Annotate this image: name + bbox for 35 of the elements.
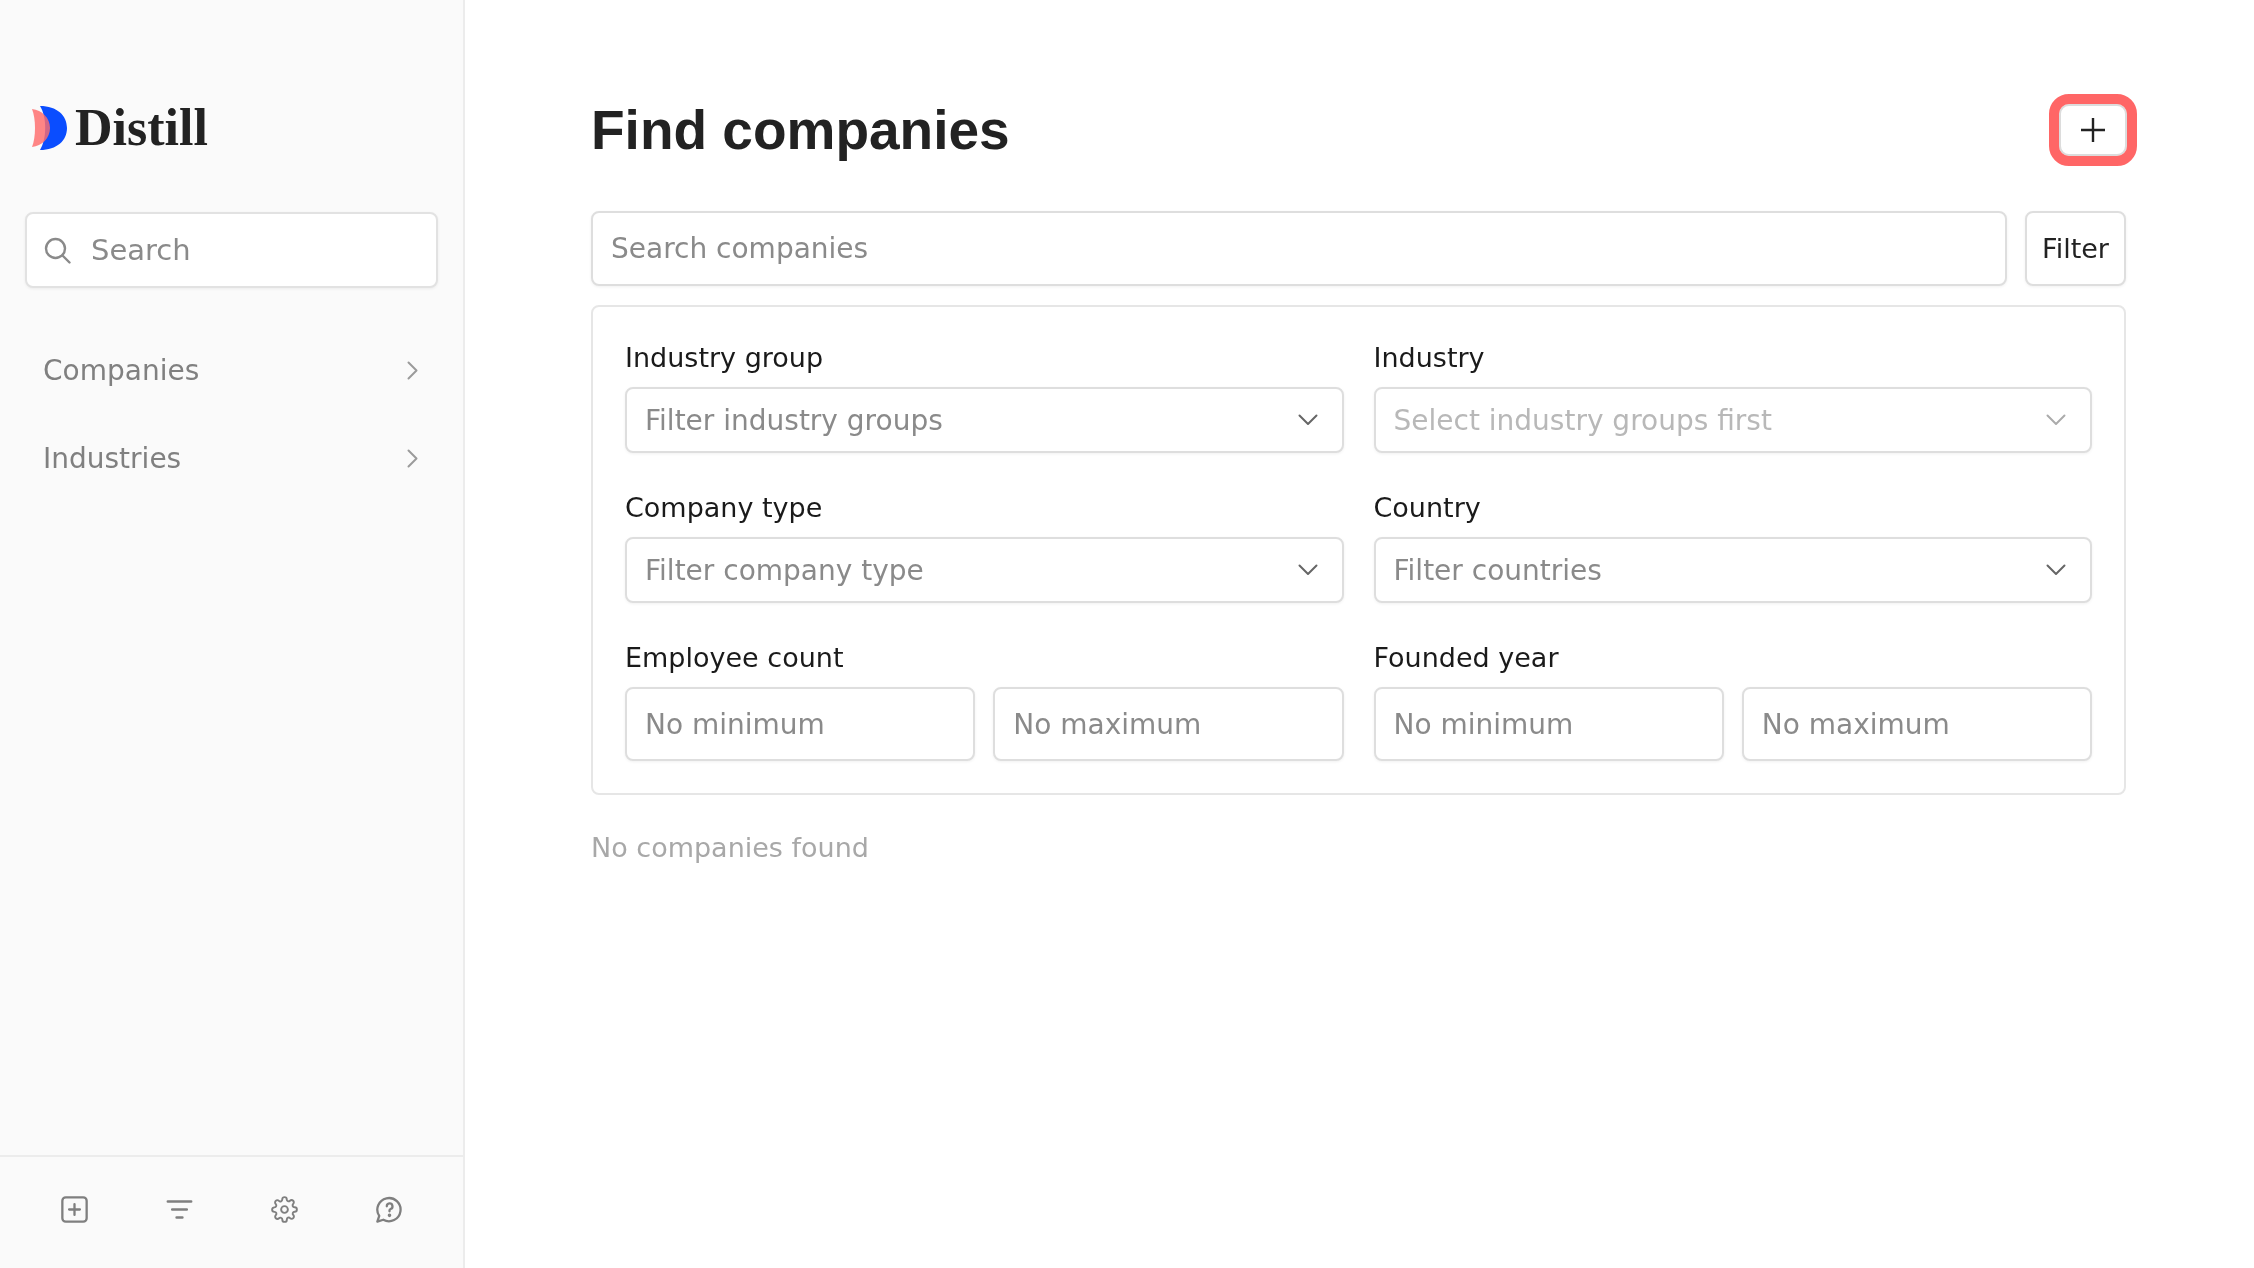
logo-icon — [32, 106, 67, 150]
chevron-down-icon — [1297, 414, 1318, 426]
chevron-down-icon — [2046, 564, 2066, 576]
nav-item[interactable]: Industries — [25, 414, 438, 502]
input-field[interactable]: No minimum — [1373, 687, 1724, 761]
field-label: Country — [1373, 491, 1481, 525]
field-label: Employee count — [625, 641, 844, 675]
field-label: Industry — [1373, 341, 1485, 375]
select-field[interactable]: Filter industry groups — [625, 387, 1344, 453]
search-field[interactable]: Search companies — [591, 211, 2007, 286]
chevron-right-icon — [407, 448, 418, 468]
select-field[interactable]: Filter countries — [1373, 537, 2092, 603]
field-label: Industry group — [625, 341, 824, 375]
plus-icon — [2081, 118, 2105, 142]
field-label: Founded year — [1373, 641, 1559, 675]
logo-text: Distill — [75, 100, 208, 156]
chevron-right-icon — [407, 360, 418, 380]
filter-icon[interactable] — [165, 1200, 193, 1219]
filter-button[interactable]: Filter — [2025, 211, 2126, 286]
add-button[interactable] — [2049, 94, 2137, 166]
help-chat-icon[interactable] — [375, 1196, 403, 1223]
search-icon — [44, 237, 71, 264]
empty-message: No companies found — [591, 831, 869, 865]
plus-square-icon[interactable] — [60, 1196, 88, 1223]
chevron-down-icon — [1297, 564, 1318, 576]
input-field[interactable]: No maximum — [1741, 687, 2092, 761]
input-field[interactable]: No minimum — [625, 687, 976, 761]
nav-item[interactable]: Companies — [25, 326, 438, 414]
settings-icon[interactable] — [270, 1196, 298, 1223]
search-field[interactable]: Search — [25, 212, 438, 288]
select-field[interactable]: Filter company type — [625, 537, 1344, 603]
input-field[interactable]: No maximum — [993, 687, 1344, 761]
field-label: Company type — [625, 491, 823, 525]
chevron-down-icon — [2046, 414, 2066, 426]
page-title: Find companies — [591, 98, 1010, 162]
